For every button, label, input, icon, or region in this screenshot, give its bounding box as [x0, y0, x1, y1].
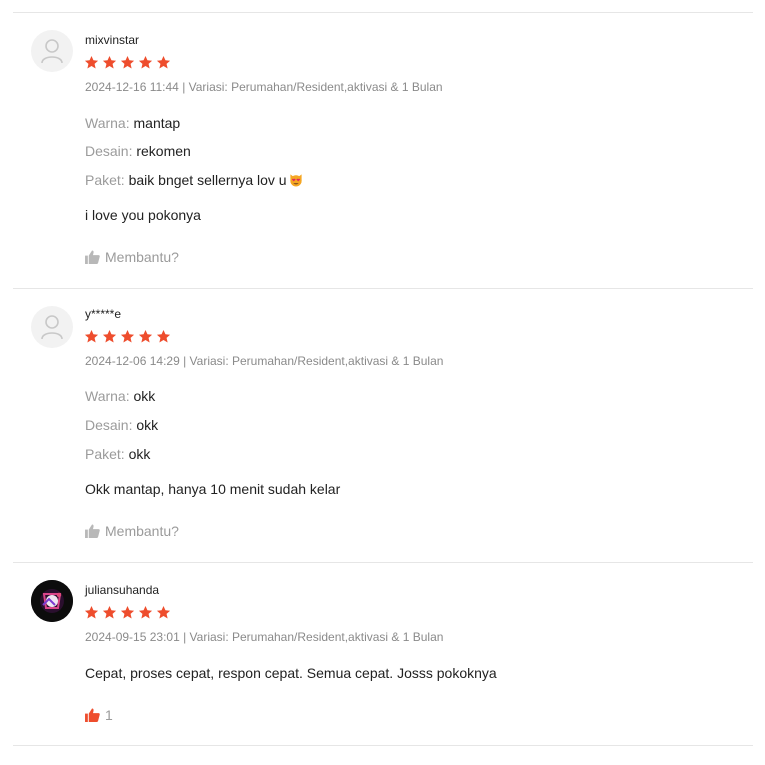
attr-key: Warna:: [85, 388, 130, 404]
helpful-label: Membantu?: [105, 523, 179, 539]
review-attr-paket: Paket: baik bnget sellernya lov u: [85, 172, 304, 188]
helpful-button[interactable]: Membantu?: [85, 249, 179, 265]
star-icon: [102, 55, 117, 69]
attr-key: Desain:: [85, 143, 133, 159]
review-attr-warna: Warna: mantap: [85, 115, 180, 131]
attr-value: baik bnget sellernya lov u: [128, 172, 287, 188]
review-divider: [13, 745, 753, 746]
rating-stars: [84, 605, 171, 620]
cat-heart-eyes-emoji: [289, 174, 302, 187]
review-attr-desain: Desain: rekomen: [85, 143, 191, 159]
attr-key: Paket:: [85, 172, 125, 188]
avatar[interactable]: [31, 580, 73, 622]
review-comment: Okk mantap, hanya 10 menit sudah kelar: [85, 481, 341, 497]
thumbs-up-icon: [85, 708, 100, 722]
review-attr-desain: Desain: okk: [85, 417, 158, 433]
star-icon: [120, 329, 135, 343]
attr-value: okk: [133, 388, 156, 404]
star-icon: [138, 605, 153, 619]
review-attr-paket: Paket: okk: [85, 446, 150, 462]
helpful-button[interactable]: 1: [85, 707, 113, 723]
thumbs-up-icon: [85, 524, 100, 538]
star-icon: [84, 329, 99, 343]
rating-stars: [84, 329, 171, 344]
helpful-button[interactable]: Membantu?: [85, 523, 179, 539]
review-meta: 2024-12-16 11:44 | Variasi: Perumahan/Re…: [85, 80, 443, 94]
star-icon: [84, 55, 99, 69]
review-meta: 2024-12-06 14:29 | Variasi: Perumahan/Re…: [85, 354, 444, 368]
attr-value: okk: [136, 417, 159, 433]
star-icon: [84, 605, 99, 619]
star-icon: [138, 329, 153, 343]
review-username[interactable]: y*****e: [85, 307, 121, 321]
user-icon: [41, 315, 63, 340]
star-icon: [120, 55, 135, 69]
thumbs-up-icon: [85, 250, 100, 264]
helpful-label: Membantu?: [105, 249, 179, 265]
avatar[interactable]: [31, 30, 73, 72]
star-icon: [102, 605, 117, 619]
review-username[interactable]: mixvinstar: [85, 33, 139, 47]
attr-value: rekomen: [136, 143, 191, 159]
star-icon: [156, 605, 171, 619]
star-icon: [102, 329, 117, 343]
star-icon: [138, 55, 153, 69]
avatar[interactable]: [31, 306, 73, 348]
review-meta: 2024-09-15 23:01 | Variasi: Perumahan/Re…: [85, 630, 444, 644]
user-icon: [41, 39, 63, 64]
star-icon: [120, 605, 135, 619]
rating-stars: [84, 55, 171, 70]
attr-value: okk: [128, 446, 151, 462]
attr-key: Warna:: [85, 115, 130, 131]
review-comment: Cepat, proses cepat, respon cepat. Semua…: [85, 665, 497, 681]
attr-key: Desain:: [85, 417, 133, 433]
star-icon: [156, 329, 171, 343]
helpful-count: 1: [105, 707, 113, 723]
avatar-image: [31, 580, 73, 622]
review-divider: [13, 562, 753, 563]
attr-key: Paket:: [85, 446, 125, 462]
review-comment: i love you pokonya: [85, 207, 201, 223]
attr-value: mantap: [133, 115, 181, 131]
star-icon: [156, 55, 171, 69]
review-username[interactable]: juliansuhanda: [85, 583, 159, 597]
review-divider: [13, 288, 753, 289]
review-attr-warna: Warna: okk: [85, 388, 155, 404]
review-divider: [13, 12, 753, 13]
